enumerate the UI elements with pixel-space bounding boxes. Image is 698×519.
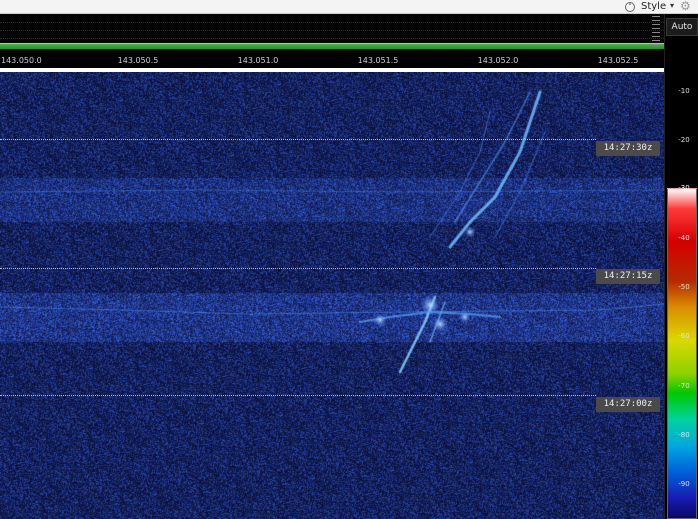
waterfall-display[interactable]: 14:27:30z 14:27:15z 14:27:00z [0, 72, 664, 519]
timestamp-line [0, 139, 596, 140]
timestamp-line [0, 268, 596, 269]
auto-scale-button[interactable]: Auto [666, 18, 698, 36]
spectrum-gridline [0, 30, 664, 31]
spectrum-fill [0, 44, 664, 49]
gear-icon[interactable]: ⚙ [680, 0, 691, 13]
chevron-down-icon[interactable]: ▾ [670, 0, 674, 12]
timestamp-label: 14:27:30z [596, 141, 660, 156]
frequency-tick: 143.051.5 [357, 56, 399, 65]
top-toolbar: ˄ Style ▾ ⚙ [0, 0, 698, 14]
scale-label: -20 [678, 136, 690, 144]
spectrum-gridline [0, 22, 664, 23]
scale-label: -90 [678, 480, 690, 488]
collapse-icon[interactable]: ˄ [625, 2, 635, 12]
frequency-tick: 143.050.5 [117, 56, 159, 65]
spectrum-display[interactable] [0, 14, 664, 54]
scale-label: -40 [678, 234, 690, 242]
timestamp-line [0, 395, 596, 396]
timestamp-label: 14:27:15z [596, 269, 660, 284]
scale-label: -50 [678, 283, 690, 291]
frequency-axis[interactable]: 143.050.0 143.050.5 143.051.0 143.051.5 … [0, 54, 664, 68]
scale-label: -70 [678, 382, 690, 390]
color-scale-panel: Auto -10 -20 -30 -40 -50 -60 -70 -80 -90 [664, 14, 698, 519]
frequency-tick: 143.051.0 [237, 56, 279, 65]
frequency-tick: 143.052.5 [597, 56, 639, 65]
scale-label: -60 [678, 332, 690, 340]
scale-label: -10 [678, 87, 690, 95]
scale-label: -30 [678, 184, 690, 192]
scale-label: -80 [678, 431, 690, 439]
style-menu-button[interactable]: Style [641, 0, 666, 14]
spectrum-gridline [0, 38, 664, 39]
frequency-tick: 143.052.0 [477, 56, 519, 65]
timestamp-label: 14:27:00z [596, 397, 660, 412]
frequency-tick: 143.050.0 [1, 56, 42, 65]
spectrum-scale-ticks [652, 16, 660, 46]
